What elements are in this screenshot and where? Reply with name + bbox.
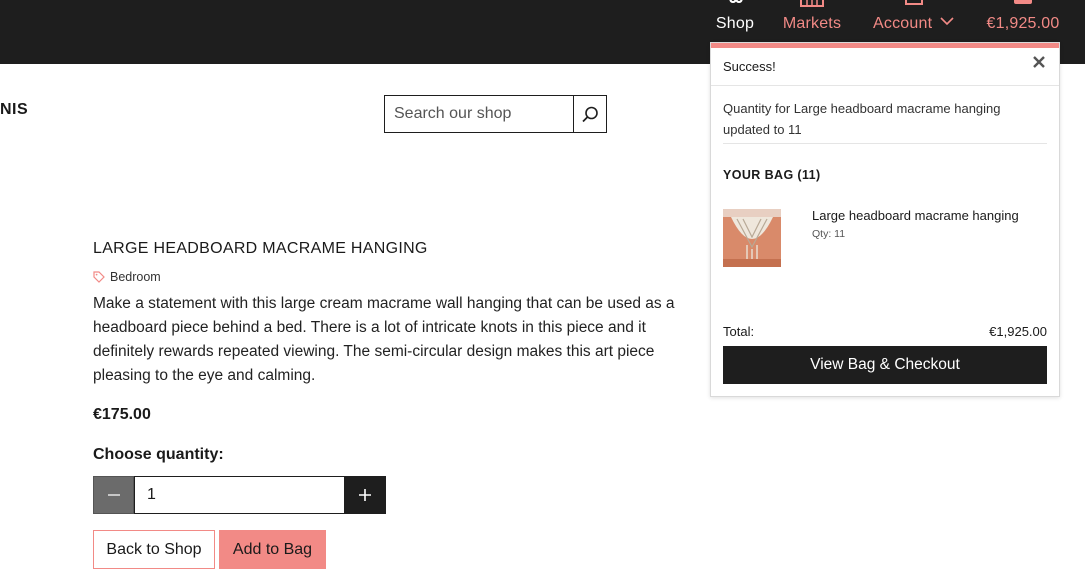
product-category[interactable]: Bedroom: [93, 270, 161, 284]
search-icon: [581, 106, 598, 122]
quantity-label: Choose quantity:: [93, 446, 224, 463]
nav-shop[interactable]: Shop: [712, 0, 758, 40]
bag-item-name[interactable]: Large headboard macrame hanging: [812, 208, 1019, 223]
account-icon: [905, 0, 923, 5]
popup-header: Success!: [711, 48, 1059, 86]
markets-icon: [800, 0, 824, 7]
quantity-increase-button[interactable]: [344, 476, 386, 514]
popup-message: Quantity for Large headboard macrame han…: [723, 101, 1001, 137]
view-bag-checkout-button[interactable]: View Bag & Checkout: [723, 346, 1047, 384]
popup-divider: [723, 143, 1047, 144]
product-title: LARGE HEADBOARD MACRAME HANGING: [93, 240, 428, 257]
popup-title: Success!: [723, 59, 776, 74]
search-input[interactable]: [384, 95, 574, 133]
nav-shop-label: Shop: [715, 15, 755, 32]
shop-icon: [729, 0, 743, 4]
nav-markets-label: Markets: [782, 15, 842, 32]
cart-icon: [1014, 0, 1032, 4]
back-to-shop-button[interactable]: Back to Shop: [93, 530, 215, 569]
product-price: €175.00: [93, 406, 151, 423]
quantity-input[interactable]: [134, 476, 345, 514]
product-description: Make a statement with this large cream m…: [93, 295, 675, 384]
plus-icon: [359, 489, 371, 501]
nav-cart[interactable]: €1,925.00: [984, 0, 1062, 40]
macrame-product-image: [723, 209, 781, 267]
nav-account[interactable]: Account: [870, 0, 960, 40]
nav-cart-total: €1,925.00: [986, 15, 1060, 32]
cart-notification-popup: Success! Quantity for Large headboard ma…: [710, 42, 1060, 397]
nav-markets[interactable]: Markets: [780, 0, 844, 40]
brand-logo-text[interactable]: NIS: [0, 101, 28, 119]
bag-title: YOUR BAG (11): [723, 168, 821, 182]
chevron-down-icon: [940, 17, 954, 26]
close-icon[interactable]: [1031, 54, 1047, 70]
minus-icon: [107, 494, 120, 496]
total-label: Total:: [723, 324, 755, 339]
bag-item-thumbnail[interactable]: [723, 209, 781, 267]
bag-item-qty: Qty: 11: [812, 228, 846, 240]
quantity-decrease-button[interactable]: [93, 476, 134, 514]
category-label: Bedroom: [110, 270, 161, 284]
total-value: €1,925.00: [989, 324, 1047, 339]
tag-icon: [93, 271, 105, 283]
search-button[interactable]: [573, 95, 607, 133]
add-to-bag-button[interactable]: Add to Bag: [219, 530, 326, 569]
